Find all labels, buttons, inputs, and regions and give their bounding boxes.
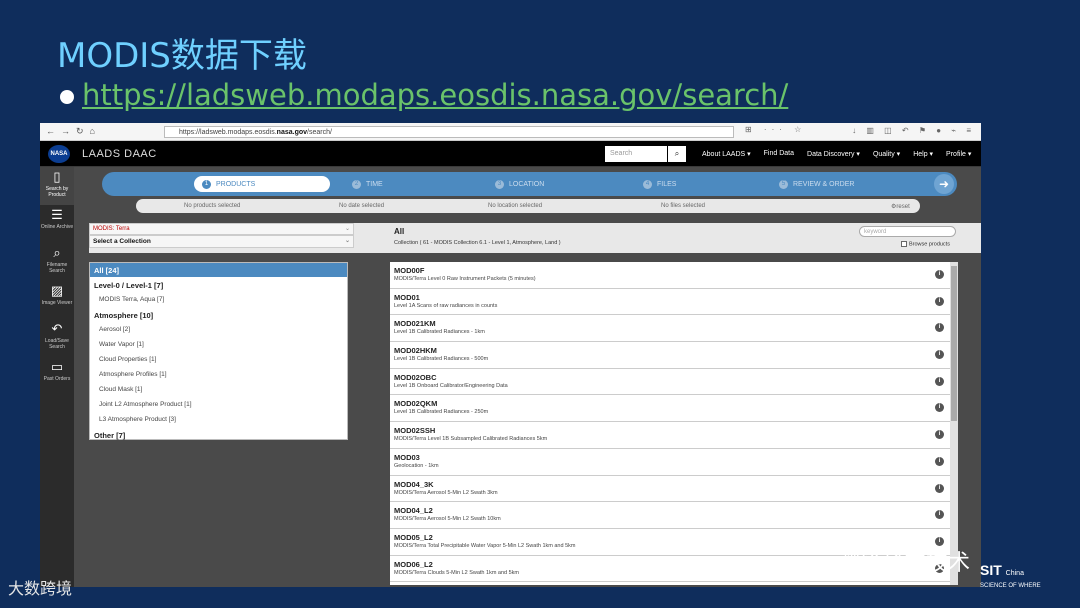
site-search-input[interactable]: Search (605, 146, 667, 162)
list-item[interactable]: MOD00F MODIS/Terra Level 0 Raw Instrument… (390, 262, 950, 289)
platform-select[interactable]: MODIS: Terra ⌄ (89, 223, 354, 235)
list-item[interactable]: MOD02OBC Level 1B Onboard Calibrator/Engi… (390, 369, 950, 396)
category-item[interactable]: L3 Atmosphere Product [3] (90, 412, 347, 427)
sidebar-item-past-orders[interactable]: ▭ Past Orders (40, 357, 74, 395)
bullet-dot (60, 90, 74, 104)
info-icon[interactable]: i (935, 296, 944, 306)
step-files[interactable]: 4 FILES (643, 176, 676, 192)
search-url-link[interactable]: https://ladsweb.modaps.eosdis.nasa.gov/s… (82, 78, 788, 112)
left-sidebar: ▯ Search by Product ☰ Online Archive ⌕ F… (40, 167, 74, 587)
sidebar-item-online-archive[interactable]: ☰ Online Archive (40, 205, 74, 243)
top-nav: About LAADS ▾ Find Data Data Discovery ▾… (702, 150, 971, 158)
sit-logo: SIT China (980, 562, 1024, 578)
sidebar-item-load-save-search[interactable]: ↶ Load/Save Search (40, 319, 74, 357)
list-item[interactable]: MOD01 Level 1A Scans of raw radiances in … (390, 289, 950, 316)
list-item[interactable]: MOD04_3K MODIS/Terra Aerosol 5-Min L2 Swa… (390, 476, 950, 503)
forward-icon[interactable]: → (61, 126, 70, 137)
nav-find-data[interactable]: Find Data (764, 150, 794, 158)
nasa-logo[interactable]: NASA (48, 144, 70, 163)
category-item[interactable]: MODIS Terra, Aqua [7] (90, 292, 347, 307)
scrollbar-thumb[interactable] (951, 266, 957, 421)
watermark-right: 测绘科学技术 (838, 551, 971, 576)
filter-bar: MODIS: Terra ⌄ Select a Collection ⌄ All… (89, 223, 981, 253)
collection-description: Collection ( 61 - MODIS Collection 6.1 -… (394, 240, 561, 246)
step-products[interactable]: 1 PRODUCTS (194, 176, 330, 192)
selection-summary: No products selected No date selected No… (136, 199, 920, 213)
main-content: 1 PRODUCTS 2 TIME 3 LOCATION 4 FILES 5 R… (74, 167, 981, 587)
browser-toolbar: ← → ↻ ⌂ https://ladsweb.modaps.eosdis.na… (40, 123, 981, 141)
chevron-down-icon: ⌄ (344, 238, 350, 244)
browser-window: ← → ↻ ⌂ https://ladsweb.modaps.eosdis.na… (40, 123, 981, 587)
nav-data-discovery[interactable]: Data Discovery ▾ (807, 150, 860, 158)
browse-products-checkbox[interactable]: Browse products (901, 241, 950, 247)
product-list-scrollbar[interactable] (950, 262, 958, 585)
browser-extensions-icon[interactable]: ↓ ▥ ◫ ↶ ⚑ ● ⌁ ≡ (852, 126, 975, 135)
document-icon: ▯ (53, 169, 61, 184)
info-icon[interactable]: i (935, 350, 944, 360)
product-list: MOD00F MODIS/Terra Level 0 Raw Instrument… (390, 262, 950, 585)
home-icon[interactable]: ⌂ (90, 126, 95, 137)
category-atmosphere[interactable]: Atmosphere [10] (90, 307, 347, 322)
wizard-steps: 1 PRODUCTS 2 TIME 3 LOCATION 4 FILES 5 R… (102, 172, 957, 196)
category-all[interactable]: All [24] (90, 263, 347, 277)
image-icon: ▨ (50, 283, 64, 298)
list-icon: ☰ (51, 207, 63, 222)
info-icon[interactable]: i (935, 456, 944, 466)
next-arrow-icon[interactable]: ➜ (934, 174, 954, 194)
search-icon: ⌕ (53, 245, 61, 260)
selected-date: No date selected (339, 203, 385, 209)
category-item[interactable]: Atmosphere Profiles [1] (90, 367, 347, 382)
category-item[interactable]: Cloud Properties [1] (90, 352, 347, 367)
app-title[interactable]: LAADS DAAC (82, 148, 157, 160)
selected-files: No files selected (661, 203, 706, 209)
keyword-input[interactable]: keyword (859, 226, 956, 237)
selected-products: No products selected (184, 203, 241, 209)
step-time[interactable]: 2 TIME (352, 176, 383, 192)
step-location[interactable]: 3 LOCATION (495, 176, 544, 192)
site-header: NASA LAADS DAAC Search ⌕ About LAADS ▾ F… (40, 141, 981, 166)
info-icon[interactable]: i (935, 270, 944, 279)
slide-title: MODIS数据下载 (57, 36, 307, 76)
list-item[interactable]: MOD021KM Level 1B Calibrated Radiances - … (390, 315, 950, 343)
sidebar-item-filename-search[interactable]: ⌕ Filename Search (40, 243, 74, 281)
info-icon[interactable]: i (935, 483, 944, 493)
nav-about[interactable]: About LAADS ▾ (702, 150, 751, 158)
reload-icon[interactable]: ↻ (76, 126, 84, 137)
back-icon[interactable]: ← (46, 126, 55, 137)
chevron-down-icon: ⌄ (344, 226, 350, 232)
sidebar-item-image-viewer[interactable]: ▨ Image Viewer (40, 281, 74, 319)
category-other[interactable]: Other [7] (90, 427, 347, 442)
info-icon[interactable]: i (935, 376, 944, 386)
list-item[interactable]: MOD04_L2 MODIS/Terra Aerosol 5-Min L2 Swa… (390, 502, 950, 529)
sit-tagline: SCIENCE OF WHERE (980, 583, 1041, 589)
category-level01[interactable]: Level-0 / Level-1 [7] (90, 277, 347, 292)
watermark-left: 大数跨境 (8, 579, 73, 598)
category-item[interactable]: Water Vapor [1] (90, 337, 347, 352)
category-item[interactable]: Aerosol [2] (90, 322, 347, 337)
list-item[interactable]: MOD02SSH MODIS/Terra Level 1B Subsampled … (390, 422, 950, 449)
folder-icon: ▭ (50, 359, 64, 374)
sidebar-item-search-by-product[interactable]: ▯ Search by Product (40, 167, 74, 205)
undo-icon: ↶ (51, 321, 63, 336)
list-item[interactable]: MOD02QKM Level 1B Calibrated Radiances - … (390, 395, 950, 423)
nav-quality[interactable]: Quality ▾ (873, 150, 900, 158)
nav-profile[interactable]: Profile ▾ (946, 150, 971, 158)
reset-link[interactable]: ⚙reset (891, 203, 910, 210)
nav-help[interactable]: Help ▾ (913, 150, 933, 158)
search-icon[interactable]: ⌕ (668, 146, 686, 162)
page-actions-icon[interactable]: ⊞ ··· ☆ (745, 125, 806, 134)
collection-heading: All (394, 227, 405, 236)
collection-select[interactable]: Select a Collection ⌄ (89, 235, 354, 248)
category-item[interactable]: Joint L2 Atmosphere Product [1] (90, 397, 347, 412)
category-list: All [24] Level-0 / Level-1 [7] MODIS Ter… (89, 262, 348, 440)
list-item[interactable]: MOD03 Geolocation - 1km i (390, 449, 950, 476)
address-bar[interactable]: https://ladsweb.modaps.eosdis.nasa.gov/s… (164, 126, 734, 138)
category-item[interactable]: Cloud Mask [1] (90, 382, 347, 397)
selected-location: No location selected (488, 203, 543, 209)
list-item[interactable]: MOD02HKM Level 1B Calibrated Radiances - … (390, 342, 950, 369)
step-review-order[interactable]: 5 REVIEW & ORDER (779, 176, 854, 192)
